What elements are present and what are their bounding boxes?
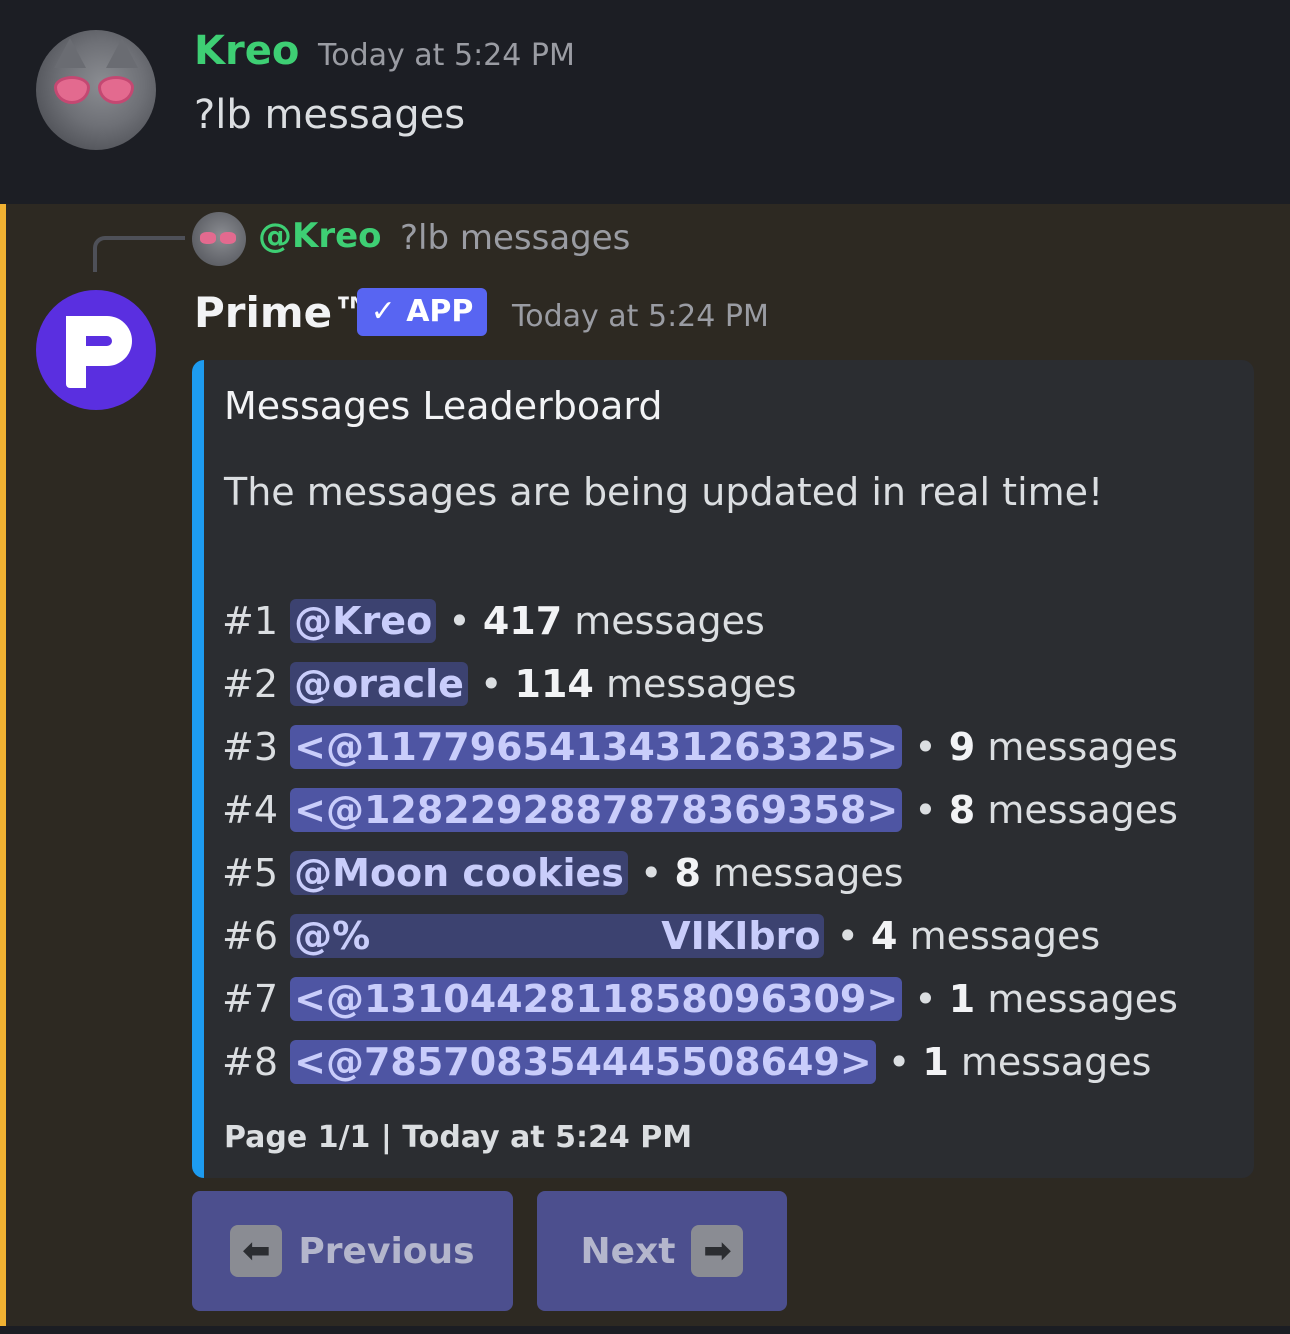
reply-connector — [93, 236, 185, 272]
leaderboard-row: #2 @oracle • 114 messages — [222, 653, 1178, 716]
user-mention[interactable]: <@785708354445508649> — [290, 1040, 876, 1084]
leaderboard-row: #1 @Kreo • 417 messages — [222, 590, 1178, 653]
count-unit: messages — [909, 914, 1101, 958]
rank: #4 — [222, 788, 279, 832]
leaderboard-row: #7 <@1310442811858096309> • 1 messages — [222, 968, 1178, 1031]
message-author[interactable]: Kreo — [194, 28, 299, 74]
leaderboard-embed: Messages Leaderboard The messages are be… — [192, 360, 1254, 1178]
reply-avatar[interactable] — [192, 212, 246, 266]
arrow-left-icon: ⬅ — [230, 1225, 283, 1277]
embed-description: The messages are being updated in real t… — [224, 470, 1104, 514]
message-timestamp: Today at 5:24 PM — [512, 299, 769, 334]
message-count: 1 — [922, 1040, 949, 1084]
user-mention[interactable]: <@1282292887878369358> — [290, 788, 903, 832]
user-mention[interactable]: @% VIKIbro — [290, 914, 825, 958]
mention-highlight-bar — [0, 204, 6, 1326]
rank: #8 — [222, 1040, 279, 1084]
leaderboard-row: #8 <@785708354445508649> • 1 messages — [222, 1031, 1178, 1094]
message-timestamp: Today at 5:24 PM — [318, 38, 575, 73]
rank: #2 — [222, 662, 279, 706]
prime-avatar[interactable] — [36, 290, 156, 410]
separator: • — [480, 662, 503, 706]
message-prime: @Kreo ?lb messages Prime™ ✓ APP Today at… — [0, 204, 1290, 1326]
separator: • — [914, 725, 937, 769]
cat-ear-right — [106, 38, 138, 68]
rank: #6 — [222, 914, 279, 958]
message-count: 417 — [482, 599, 563, 643]
kreo-avatar[interactable] — [36, 30, 156, 150]
message-count: 9 — [948, 725, 976, 769]
reply-content[interactable]: ?lb messages — [400, 218, 630, 258]
leaderboard-row: #3 <@1177965413431263325> • 9 messages — [222, 716, 1178, 779]
leaderboard-list: #1 @Kreo • 417 messages #2 @oracle • 114… — [222, 590, 1178, 1094]
rank: #5 — [222, 851, 279, 895]
user-mention[interactable]: <@1310442811858096309> — [290, 977, 903, 1021]
next-button-label: Next — [580, 1230, 676, 1272]
message-kreo: Kreo Today at 5:24 PM ?lb messages — [0, 0, 1290, 204]
count-unit: messages — [987, 977, 1178, 1021]
leaderboard-row: #5 @Moon cookies • 8 messages — [222, 842, 1178, 905]
user-mention[interactable]: @Moon cookies — [290, 851, 628, 895]
count-unit: messages — [605, 662, 797, 706]
separator: • — [836, 914, 859, 958]
count-unit: messages — [574, 599, 765, 643]
rank: #3 — [222, 725, 279, 769]
user-mention[interactable]: @oracle — [290, 662, 468, 706]
count-unit: messages — [713, 851, 904, 895]
heart-glasses-icon — [200, 232, 238, 244]
message-count: 114 — [514, 662, 594, 706]
next-button[interactable]: Next ➡ — [537, 1191, 787, 1311]
separator: • — [914, 788, 937, 832]
app-badge: ✓ APP — [357, 288, 487, 336]
user-mention[interactable]: @Kreo — [290, 599, 437, 643]
message-count: 8 — [674, 851, 701, 895]
leaderboard-row: #4 <@1282292887878369358> • 8 messages — [222, 779, 1178, 842]
previous-button[interactable]: ⬅ Previous — [192, 1191, 513, 1311]
prime-logo-bowl — [66, 316, 132, 366]
embed-footer: Page 1/1 | Today at 5:24 PM — [224, 1120, 693, 1155]
previous-button-label: Previous — [298, 1230, 475, 1272]
message-count: 1 — [948, 977, 976, 1021]
arrow-right-icon: ➡ — [691, 1225, 744, 1277]
message-content: ?lb messages — [194, 92, 466, 138]
reply-author[interactable]: @Kreo — [258, 216, 382, 256]
heart-glasses-icon — [54, 76, 138, 106]
user-mention[interactable]: <@1177965413431263325> — [290, 725, 903, 769]
message-count: 8 — [948, 788, 976, 832]
rank: #7 — [222, 977, 279, 1021]
message-author[interactable]: Prime™ — [194, 288, 374, 337]
embed-accent-bar — [192, 360, 204, 1178]
message-count: 4 — [871, 914, 898, 958]
count-unit: messages — [987, 725, 1178, 769]
cat-ear-left — [54, 38, 86, 68]
count-unit: messages — [987, 788, 1178, 832]
separator: • — [914, 977, 937, 1021]
embed-title: Messages Leaderboard — [224, 384, 663, 428]
leaderboard-row: #6 @% VIKIbro • 4 messages — [222, 905, 1178, 968]
rank: #1 — [222, 599, 279, 643]
separator: • — [887, 1040, 911, 1084]
separator: • — [639, 851, 663, 895]
count-unit: messages — [960, 1040, 1152, 1084]
separator: • — [448, 599, 471, 643]
